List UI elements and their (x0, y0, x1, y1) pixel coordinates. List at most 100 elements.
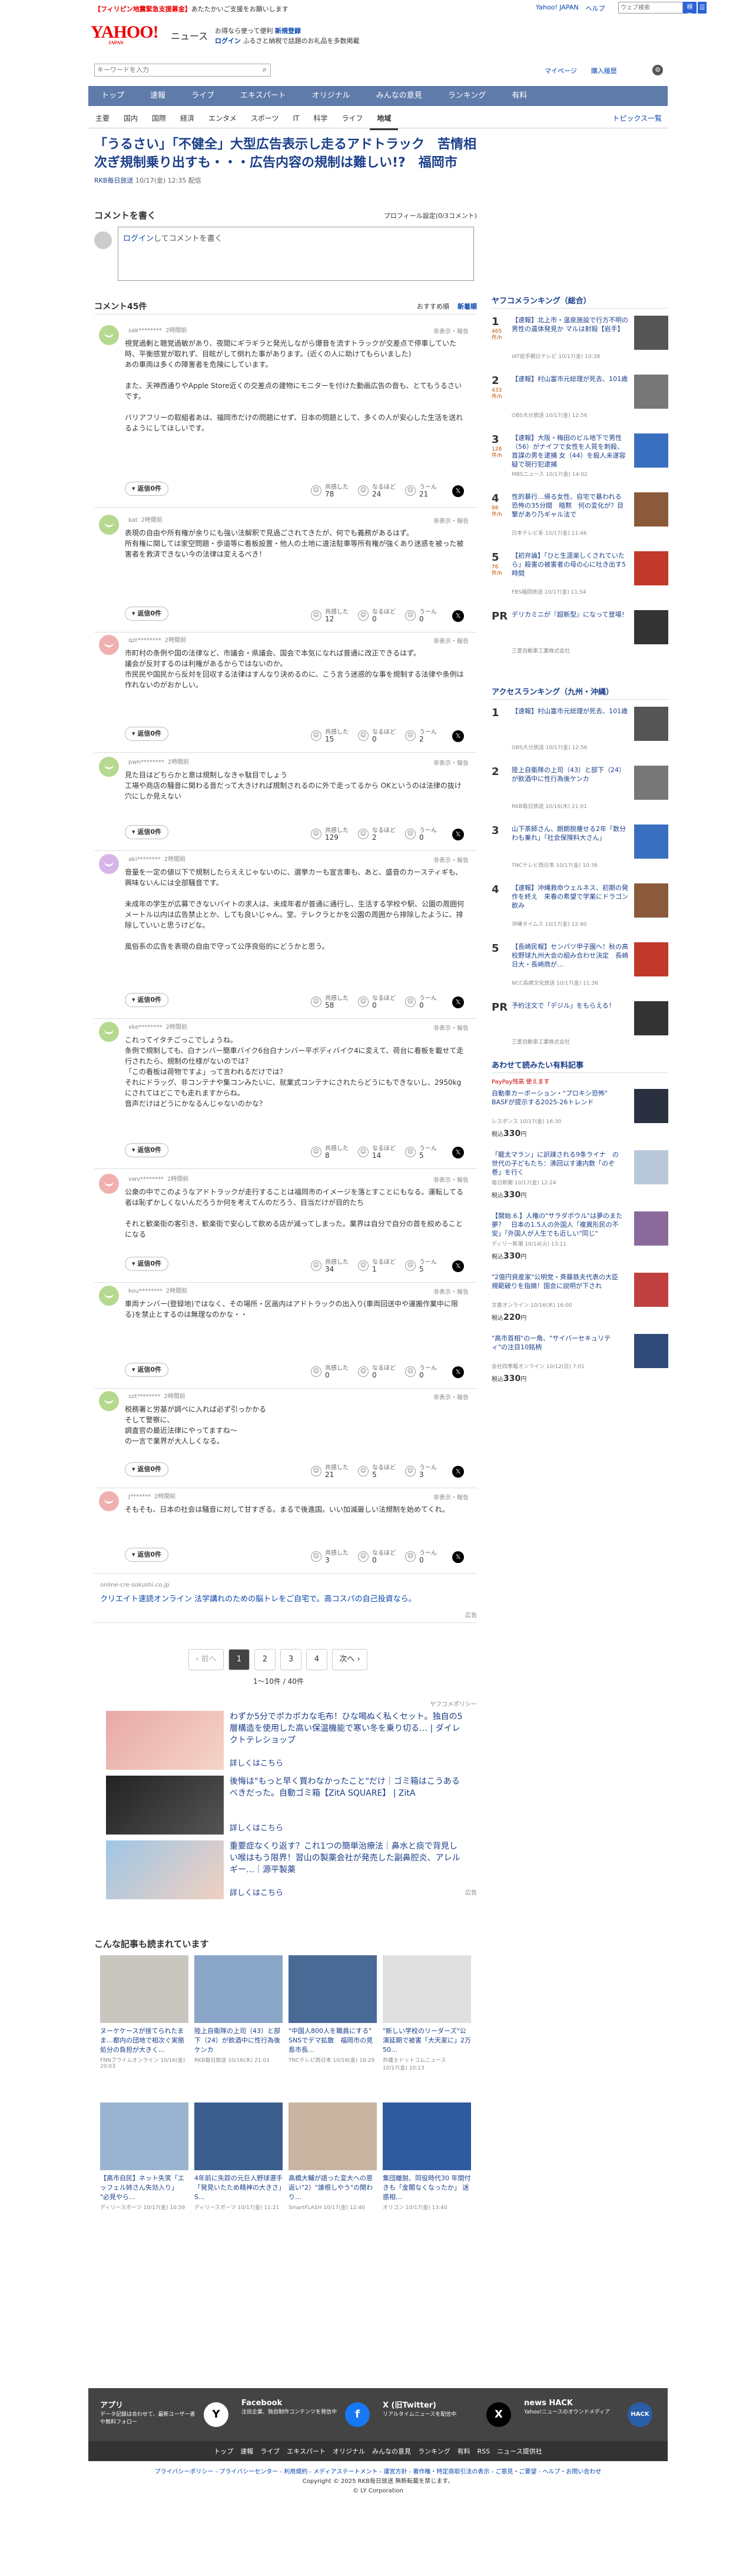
reply-button[interactable]: ▾ 返信0件 (125, 1143, 168, 1157)
x-icon[interactable]: X (486, 2402, 511, 2427)
tile-image[interactable] (100, 1955, 188, 2023)
report-link[interactable]: 非表示・報告 (433, 758, 469, 767)
footer-nav-item[interactable]: トップ (214, 2446, 233, 2456)
x-share-icon[interactable]: 𝕏 (452, 1551, 464, 1563)
x-share-icon[interactable]: 𝕏 (452, 1147, 464, 1158)
ranking-item[interactable]: 5 【長崎民報】センバツ甲子園へ！秋の高校野球九州大会の組み合わせ決定 長崎日大… (492, 942, 668, 994)
page-2[interactable]: 2 (254, 1649, 276, 1670)
empathy-button[interactable]: ☺ 共感した 34 (311, 1257, 353, 1277)
avatar[interactable] (99, 635, 119, 655)
ranking-item[interactable]: 1 【速報】村山富市元総理が死去、101歳 OBS大分放送 10/17(金) 1… (492, 707, 668, 759)
news-label[interactable]: ニュース (171, 28, 208, 42)
insight-button[interactable]: ☺ なるほど 0 (358, 607, 400, 627)
ad-comment[interactable]: online-cre-sokushi.co.jp クリエイト速読オンライン 法学… (94, 1582, 477, 1623)
tile-image[interactable] (194, 1955, 283, 2023)
empathy-button[interactable]: ☺ 共感した 8 (311, 1143, 353, 1163)
app-icon[interactable]: Y (204, 2402, 228, 2427)
ad-image[interactable] (106, 1776, 224, 1835)
web-search-input[interactable] (618, 2, 683, 14)
x-share-icon[interactable]: 𝕏 (452, 996, 464, 1008)
insight-button[interactable]: ☺ なるほど 0 (358, 1363, 400, 1383)
comment-user[interactable]: sak******** 2時間前 (125, 325, 187, 334)
tile-image[interactable] (383, 2102, 471, 2170)
ad-image[interactable] (106, 1711, 224, 1770)
footer-app[interactable]: アプリ データ記録は合わせて、最新ユーザー者や無料フォロー Y (100, 2399, 236, 2434)
ad-item[interactable]: 重要症なくり返す？これ1つの簡単治療法｜鼻水と痰で背見しい喉はもう限界！習山の製… (106, 1840, 471, 1899)
empathy-button[interactable]: ☺ 共感した 78 (311, 482, 353, 502)
topics-list-link[interactable]: トピックス一覧 (612, 108, 662, 128)
mypage-link[interactable]: マイページ (545, 66, 577, 75)
comment-textarea[interactable]: ログインしてコメントを書く (118, 227, 474, 281)
ranking-item[interactable]: 2 陸上自衛隊の上司（43）と部下（24）が飲酒中に性行為後ケンカ RKB毎日放… (492, 766, 668, 817)
yahoo-logo[interactable]: YAHOO! JAPAN (91, 22, 159, 45)
profile-settings-link[interactable]: プロフィール設定(0/3コメント) (384, 211, 477, 220)
avatar[interactable] (99, 1022, 119, 1042)
report-link[interactable]: 非表示・報告 (433, 1492, 469, 1501)
report-link[interactable]: 非表示・報告 (433, 636, 469, 645)
also-read-tile[interactable]: "新しい学校のリーダーズ"公演延期で被害「大天家に」2万50… 弁護士ドットコム… (383, 1955, 471, 2071)
comment-user[interactable]: vwv******** 2時間前 (125, 1174, 188, 1183)
comment-user[interactable]: szt******** 2時間前 (125, 1391, 185, 1400)
search-icon[interactable]: ⌕ (263, 65, 267, 74)
ad-item[interactable]: 後悔は"もっと早く買わなかったこと"だけ｜ゴミ箱はこうあるべきだった。自動ゴミ箱… (106, 1776, 471, 1835)
empathy-button[interactable]: ☺ 共感した 0 (311, 1363, 353, 1383)
ad-item[interactable]: わずか5分でポカポカな毛布！ひな喝ぬく私くセット。独自の5層構造を使用した高い保… (106, 1711, 471, 1770)
x-share-icon[interactable]: 𝕏 (452, 1366, 464, 1378)
comment-user[interactable]: J******* 2時間前 (125, 1491, 175, 1500)
hmm-button[interactable]: ☹ うーん 0 (405, 993, 447, 1013)
reply-button[interactable]: ▾ 返信0件 (125, 825, 168, 839)
ranking-item[interactable]: 4 【速報】沖縄救命ウェルネス、初期の発作を終え 来春の希望で学業にドラゴン飲み… (492, 883, 668, 935)
purchase-history-link[interactable]: 購入履歴 (591, 66, 617, 75)
nav-original[interactable]: オリジナル (299, 86, 363, 106)
hmm-button[interactable]: ☹ うーん 5 (405, 1143, 447, 1163)
paid-article[interactable]: 【開始.6.】人権の"サラダボウル"は夢のまた夢？ 日本の1.5人の外国人「複異… (492, 1211, 668, 1268)
thumbnail[interactable] (634, 1150, 668, 1184)
nav-paid[interactable]: 有料 (499, 86, 540, 106)
login-link[interactable]: ログイン (215, 37, 241, 45)
x-share-icon[interactable]: 𝕏 (452, 1260, 464, 1272)
tile-image[interactable] (289, 2102, 377, 2170)
avatar[interactable] (99, 1174, 119, 1194)
sort-newest[interactable]: 新着順 (457, 302, 477, 311)
footer-nav-item[interactable]: 速報 (240, 2446, 253, 2456)
avatar[interactable] (99, 1286, 119, 1306)
gear-icon[interactable]: ⚙ (652, 65, 663, 75)
ranking-item[interactable]: 1 465 件/h 【速報】北上市・温泉施設で行方不明の男性の遺体発見か マルは… (492, 316, 668, 367)
report-link[interactable]: 非表示・報告 (433, 326, 469, 335)
report-link[interactable]: 非表示・報告 (433, 516, 469, 525)
ranking-item[interactable]: PR 予約注文で「デジル」をもらえる！ 三菱自動車工業株式会社 (492, 1001, 668, 1053)
hmm-button[interactable]: ☹ うーん 0 (405, 1363, 447, 1383)
footer-nav-item[interactable]: オリジナル (333, 2446, 365, 2456)
newshack-icon[interactable]: HACK (628, 2402, 652, 2427)
x-share-icon[interactable]: 𝕏 (452, 485, 464, 497)
insight-button[interactable]: ☺ なるほど 24 (358, 482, 400, 502)
also-read-tile[interactable]: 【高市自民】ネット失笑「エッフェル姉さん失効入り」 "必見やら… ディリースポー… (100, 2102, 188, 2211)
paid-article[interactable]: 「龍太マラン」に訳疎される9条ライナ の世代の子どもたち：沸回以す連内数「のぞ巻… (492, 1150, 668, 1207)
hmm-button[interactable]: ☹ うーん 0 (405, 607, 447, 627)
thumbnail[interactable] (634, 610, 668, 644)
cat-sports[interactable]: スポーツ (244, 108, 286, 130)
insight-button[interactable]: ☺ なるほど 1 (358, 1257, 400, 1277)
insight-button[interactable]: ☺ なるほど 0 (358, 727, 400, 747)
nav-opinion[interactable]: みんなの意見 (363, 86, 435, 106)
comment-user[interactable]: aki******** 2時間前 (125, 854, 185, 863)
thumbnail[interactable] (634, 825, 668, 859)
thumbnail[interactable] (634, 375, 668, 409)
also-read-tile[interactable]: 高橋大輔が語った変大への恩返い"2）"誰根しやう"の関わり… SmartFLAS… (289, 2102, 377, 2211)
thumbnail[interactable] (634, 551, 668, 585)
insight-button[interactable]: ☺ なるほど 0 (358, 1548, 400, 1568)
hmm-button[interactable]: ☹ うーん 21 (405, 482, 447, 502)
cat-it[interactable]: IT (286, 108, 306, 130)
also-read-tile[interactable]: ヌーケケースが捨てられたまま…都内の団地で相次ぐ実態 処分の負担が大きく… FN… (100, 1955, 188, 2070)
ranking-item[interactable]: 5 76 件/h 【初弁論】「ひと生涯楽しくされていたら」殺害の被害者の母の心に… (492, 551, 668, 603)
footer-links[interactable]: プライバシーポリシー - プライバシーセンター - 利用規約 - メディアステー… (88, 2468, 668, 2477)
insight-button[interactable]: ☺ なるほど 14 (358, 1143, 400, 1163)
cat-world[interactable]: 国際 (145, 108, 173, 130)
reply-button[interactable]: ▾ 返信0件 (125, 607, 168, 621)
footer-nav-item[interactable]: RSS (478, 2448, 490, 2455)
report-link[interactable]: 非表示・報告 (433, 1392, 469, 1401)
footer-newshack[interactable]: news HACK Yahoo!ニュースのオウンドメディア HACK (524, 2399, 659, 2434)
help-link[interactable]: ヘルプ (586, 4, 605, 13)
hmm-button[interactable]: ☹ うーん 0 (405, 1548, 447, 1568)
nav-breaking[interactable]: 速報 (137, 86, 178, 106)
